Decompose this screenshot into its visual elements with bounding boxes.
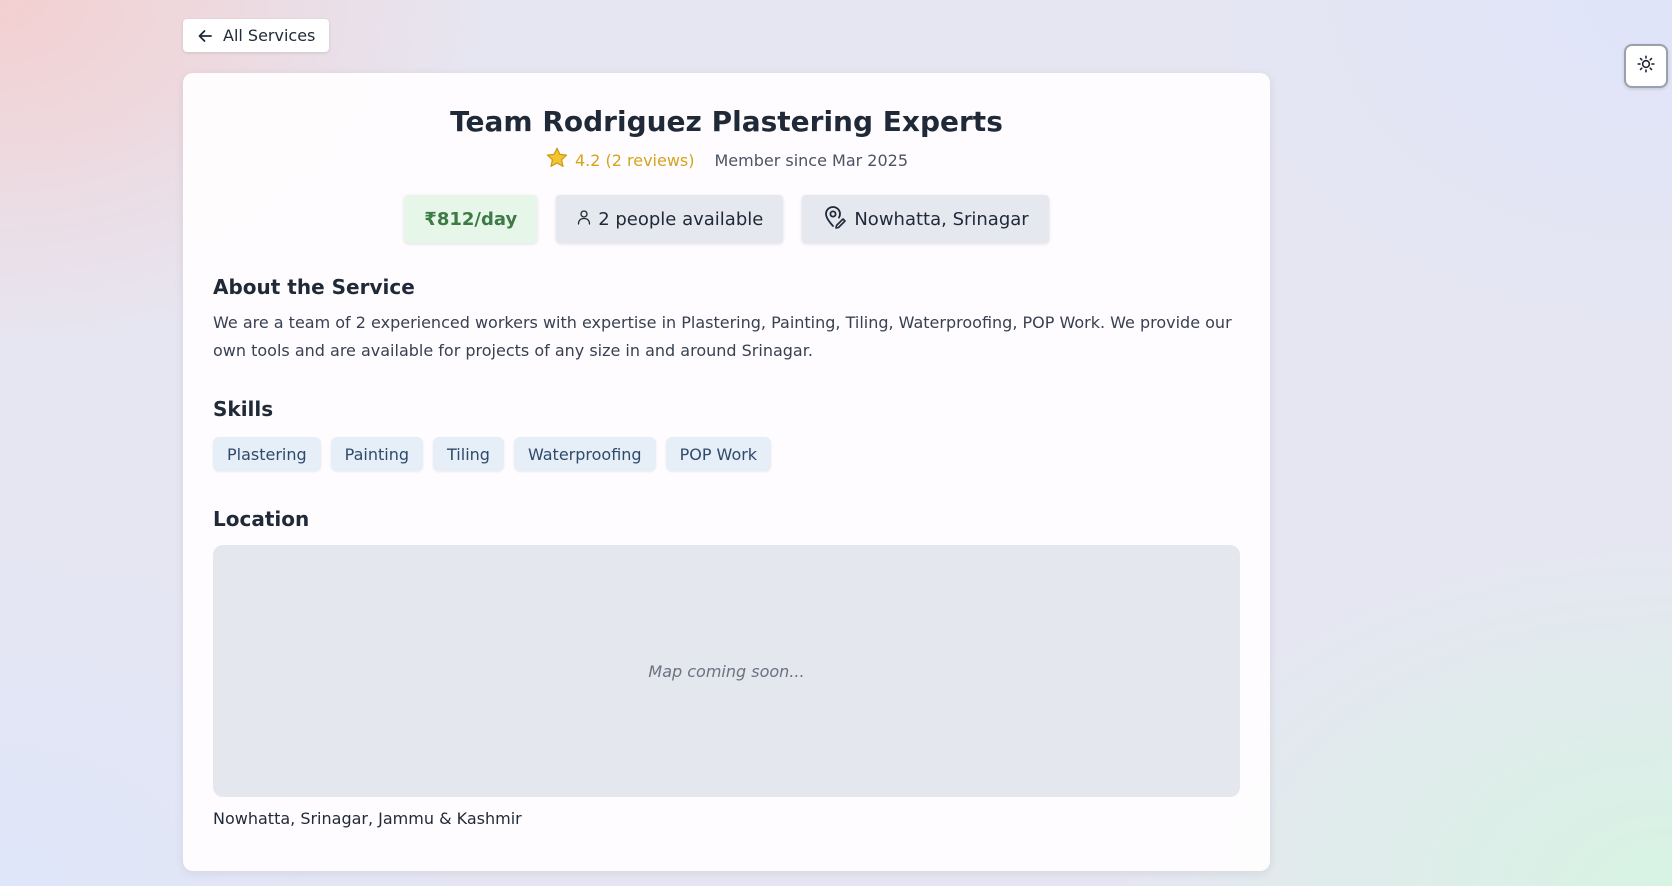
skills-heading: Skills — [213, 397, 274, 421]
service-info-badges: ₹812/day 2 people available Nowhatta, Sr… — [213, 195, 1240, 243]
map-placeholder-text: Map coming soon... — [648, 661, 805, 681]
sun-icon — [1637, 55, 1655, 77]
rating: 4.2 (2 reviews) — [545, 146, 695, 174]
map-pin-icon — [822, 204, 848, 235]
service-detail-card: Team Rodriguez Plastering Experts 4.2 (2… — [183, 73, 1270, 871]
about-heading: About the Service — [213, 275, 415, 299]
service-meta: 4.2 (2 reviews) Member since Mar 2025 — [213, 147, 1240, 173]
price-text: ₹812/day — [424, 208, 518, 230]
service-title: Team Rodriguez Plastering Experts — [450, 105, 1003, 138]
location-badge: Nowhatta, Srinagar — [802, 195, 1049, 243]
back-button-label: All Services — [223, 26, 316, 45]
back-to-all-services-button[interactable]: All Services — [183, 19, 330, 52]
person-icon — [576, 209, 592, 230]
skill-chip: Tiling — [433, 437, 504, 471]
availability-badge: 2 people available — [556, 195, 784, 243]
location-heading: Location — [213, 507, 310, 531]
full-address: Nowhatta, Srinagar, Jammu & Kashmir — [213, 809, 522, 828]
skills-list: Plastering Painting Tiling Waterproofing… — [213, 437, 1240, 471]
map-placeholder: Map coming soon... — [213, 545, 1240, 797]
skill-chip: POP Work — [665, 437, 772, 471]
location-short-text: Nowhatta, Srinagar — [854, 208, 1029, 230]
about-description: We are a team of 2 experienced workers w… — [213, 313, 1232, 360]
star-icon — [545, 146, 569, 174]
arrow-left-icon — [197, 28, 213, 44]
price-badge: ₹812/day — [404, 195, 538, 243]
availability-text: 2 people available — [598, 208, 764, 230]
skill-chip: Waterproofing — [513, 437, 656, 471]
skill-chip: Painting — [330, 437, 424, 471]
rating-text[interactable]: 4.2 (2 reviews) — [575, 151, 695, 170]
skill-chip: Plastering — [213, 437, 321, 471]
theme-toggle-button[interactable] — [1624, 44, 1668, 88]
member-since: Member since Mar 2025 — [714, 150, 909, 170]
